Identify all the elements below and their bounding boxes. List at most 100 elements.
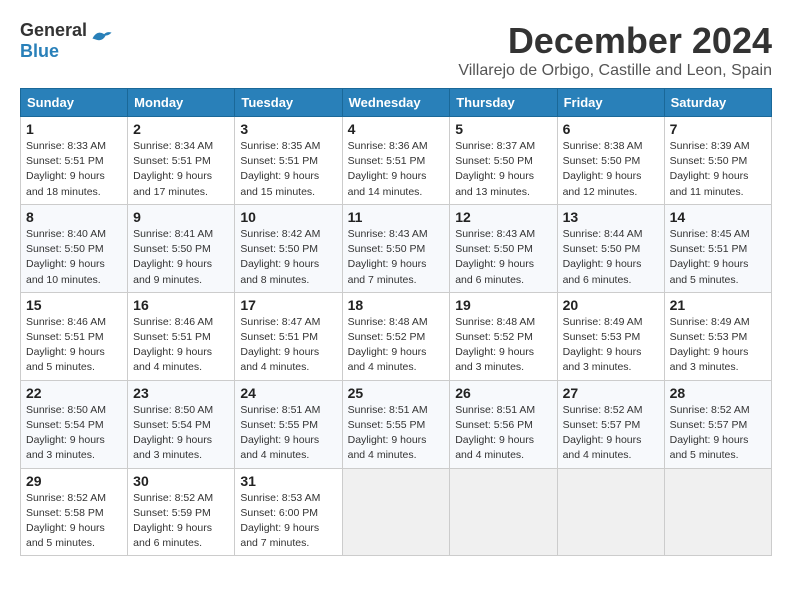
day-info: Sunrise: 8:35 AM Sunset: 5:51 PM Dayligh… — [240, 139, 336, 200]
calendar-cell: 14Sunrise: 8:45 AM Sunset: 5:51 PM Dayli… — [664, 204, 771, 292]
calendar-week-row: 15 Sunrise: 8:46 AM Sunset: 5:51 PM Dayli… — [21, 292, 772, 380]
day-number: 23 — [133, 385, 229, 401]
day-info: Sunrise: 8:33 AM Sunset: 5:51 PM Dayligh… — [26, 139, 122, 200]
calendar-cell: 22 Sunrise: 8:50 AM Sunset: 5:54 PM Dayli… — [21, 380, 128, 468]
day-number: 5 — [455, 121, 551, 137]
logo-text: General Blue — [20, 20, 87, 62]
day-number: 17 — [240, 297, 336, 313]
logo: General Blue — [20, 20, 113, 62]
calendar-cell: 16Sunrise: 8:46 AM Sunset: 5:51 PM Dayli… — [128, 292, 235, 380]
calendar-week-row: 22 Sunrise: 8:50 AM Sunset: 5:54 PM Dayli… — [21, 380, 772, 468]
day-number: 16 — [133, 297, 229, 313]
weekday-header-saturday: Saturday — [664, 89, 771, 117]
calendar-cell: 18Sunrise: 8:48 AM Sunset: 5:52 PM Dayli… — [342, 292, 450, 380]
day-number: 26 — [455, 385, 551, 401]
calendar-cell: 23 Sunrise: 8:50 AM Sunset: 5:54 PM Dayli… — [128, 380, 235, 468]
calendar-cell: 10 Sunrise: 8:42 AM Sunset: 5:50 PM Dayli… — [235, 204, 342, 292]
weekday-header-friday: Friday — [557, 89, 664, 117]
calendar-cell: 13 Sunrise: 8:44 AM Sunset: 5:50 PM Dayli… — [557, 204, 664, 292]
day-number: 21 — [670, 297, 766, 313]
day-number: 8 — [26, 209, 122, 225]
weekday-header-wednesday: Wednesday — [342, 89, 450, 117]
day-info: Sunrise: 8:52 AM Sunset: 5:59 PM Dayligh… — [133, 491, 229, 552]
day-info: Sunrise: 8:49 AM Sunset: 5:53 PM Dayligh… — [563, 315, 659, 376]
day-number: 4 — [348, 121, 445, 137]
weekday-header-monday: Monday — [128, 89, 235, 117]
day-info: Sunrise: 8:39 AM Sunset: 5:50 PM Dayligh… — [670, 139, 766, 200]
day-info: Sunrise: 8:37 AM Sunset: 5:50 PM Dayligh… — [455, 139, 551, 200]
day-info: Sunrise: 8:41 AM Sunset: 5:50 PM Dayligh… — [133, 227, 229, 288]
title-section: December 2024 Villarejo de Orbigo, Casti… — [458, 20, 772, 80]
day-number: 29 — [26, 473, 122, 489]
day-info: Sunrise: 8:46 AM Sunset: 5:51 PM Dayligh… — [26, 315, 122, 376]
day-info: Sunrise: 8:34 AM Sunset: 5:51 PM Dayligh… — [133, 139, 229, 200]
day-number: 22 — [26, 385, 122, 401]
day-number: 25 — [348, 385, 445, 401]
calendar-cell: 31Sunrise: 8:53 AM Sunset: 6:00 PM Dayli… — [235, 468, 342, 556]
day-info: Sunrise: 8:52 AM Sunset: 5:58 PM Dayligh… — [26, 491, 122, 552]
calendar-cell — [557, 468, 664, 556]
page-header: General Blue December 2024 Villarejo de … — [20, 20, 772, 80]
day-number: 7 — [670, 121, 766, 137]
day-info: Sunrise: 8:52 AM Sunset: 5:57 PM Dayligh… — [563, 403, 659, 464]
day-info: Sunrise: 8:43 AM Sunset: 5:50 PM Dayligh… — [455, 227, 551, 288]
logo-blue: Blue — [20, 41, 59, 61]
day-number: 11 — [348, 209, 445, 225]
month-title: December 2024 — [458, 20, 772, 62]
day-info: Sunrise: 8:50 AM Sunset: 5:54 PM Dayligh… — [133, 403, 229, 464]
calendar-cell: 29 Sunrise: 8:52 AM Sunset: 5:58 PM Dayli… — [21, 468, 128, 556]
weekday-header-thursday: Thursday — [450, 89, 557, 117]
day-info: Sunrise: 8:40 AM Sunset: 5:50 PM Dayligh… — [26, 227, 122, 288]
calendar-cell: 20 Sunrise: 8:49 AM Sunset: 5:53 PM Dayli… — [557, 292, 664, 380]
calendar-cell: 24 Sunrise: 8:51 AM Sunset: 5:55 PM Dayli… — [235, 380, 342, 468]
day-number: 13 — [563, 209, 659, 225]
day-info: Sunrise: 8:48 AM Sunset: 5:52 PM Dayligh… — [455, 315, 551, 376]
day-number: 2 — [133, 121, 229, 137]
day-number: 27 — [563, 385, 659, 401]
day-info: Sunrise: 8:43 AM Sunset: 5:50 PM Dayligh… — [348, 227, 445, 288]
location-title: Villarejo de Orbigo, Castille and Leon, … — [458, 62, 772, 80]
weekday-header-tuesday: Tuesday — [235, 89, 342, 117]
day-number: 12 — [455, 209, 551, 225]
day-number: 9 — [133, 209, 229, 225]
calendar-cell: 12 Sunrise: 8:43 AM Sunset: 5:50 PM Dayli… — [450, 204, 557, 292]
calendar-cell — [342, 468, 450, 556]
calendar-cell: 6Sunrise: 8:38 AM Sunset: 5:50 PM Daylig… — [557, 117, 664, 205]
day-number: 14 — [670, 209, 766, 225]
day-info: Sunrise: 8:50 AM Sunset: 5:54 PM Dayligh… — [26, 403, 122, 464]
day-info: Sunrise: 8:51 AM Sunset: 5:55 PM Dayligh… — [348, 403, 445, 464]
calendar-cell: 4 Sunrise: 8:36 AM Sunset: 5:51 PM Daylig… — [342, 117, 450, 205]
calendar-cell: 27 Sunrise: 8:52 AM Sunset: 5:57 PM Dayli… — [557, 380, 664, 468]
calendar-cell — [664, 468, 771, 556]
day-info: Sunrise: 8:49 AM Sunset: 5:53 PM Dayligh… — [670, 315, 766, 376]
day-number: 19 — [455, 297, 551, 313]
calendar-cell: 2 Sunrise: 8:34 AM Sunset: 5:51 PM Daylig… — [128, 117, 235, 205]
day-info: Sunrise: 8:47 AM Sunset: 5:51 PM Dayligh… — [240, 315, 336, 376]
day-info: Sunrise: 8:38 AM Sunset: 5:50 PM Dayligh… — [563, 139, 659, 200]
logo-bird-icon — [91, 28, 113, 46]
weekday-header-sunday: Sunday — [21, 89, 128, 117]
calendar-cell: 17 Sunrise: 8:47 AM Sunset: 5:51 PM Dayli… — [235, 292, 342, 380]
day-number: 20 — [563, 297, 659, 313]
calendar-cell: 9 Sunrise: 8:41 AM Sunset: 5:50 PM Daylig… — [128, 204, 235, 292]
day-info: Sunrise: 8:52 AM Sunset: 5:57 PM Dayligh… — [670, 403, 766, 464]
calendar-cell: 11 Sunrise: 8:43 AM Sunset: 5:50 PM Dayli… — [342, 204, 450, 292]
day-number: 15 — [26, 297, 122, 313]
day-number: 10 — [240, 209, 336, 225]
day-info: Sunrise: 8:44 AM Sunset: 5:50 PM Dayligh… — [563, 227, 659, 288]
day-number: 30 — [133, 473, 229, 489]
day-number: 24 — [240, 385, 336, 401]
calendar-cell: 28Sunrise: 8:52 AM Sunset: 5:57 PM Dayli… — [664, 380, 771, 468]
day-info: Sunrise: 8:51 AM Sunset: 5:55 PM Dayligh… — [240, 403, 336, 464]
calendar-cell: 26 Sunrise: 8:51 AM Sunset: 5:56 PM Dayli… — [450, 380, 557, 468]
calendar-week-row: 29 Sunrise: 8:52 AM Sunset: 5:58 PM Dayli… — [21, 468, 772, 556]
calendar-cell: 19 Sunrise: 8:48 AM Sunset: 5:52 PM Dayli… — [450, 292, 557, 380]
day-info: Sunrise: 8:53 AM Sunset: 6:00 PM Dayligh… — [240, 491, 336, 552]
day-number: 18 — [348, 297, 445, 313]
calendar-cell: 15 Sunrise: 8:46 AM Sunset: 5:51 PM Dayli… — [21, 292, 128, 380]
day-info: Sunrise: 8:51 AM Sunset: 5:56 PM Dayligh… — [455, 403, 551, 464]
day-info: Sunrise: 8:42 AM Sunset: 5:50 PM Dayligh… — [240, 227, 336, 288]
day-info: Sunrise: 8:36 AM Sunset: 5:51 PM Dayligh… — [348, 139, 445, 200]
calendar-week-row: 1Sunrise: 8:33 AM Sunset: 5:51 PM Daylig… — [21, 117, 772, 205]
calendar-cell: 3Sunrise: 8:35 AM Sunset: 5:51 PM Daylig… — [235, 117, 342, 205]
